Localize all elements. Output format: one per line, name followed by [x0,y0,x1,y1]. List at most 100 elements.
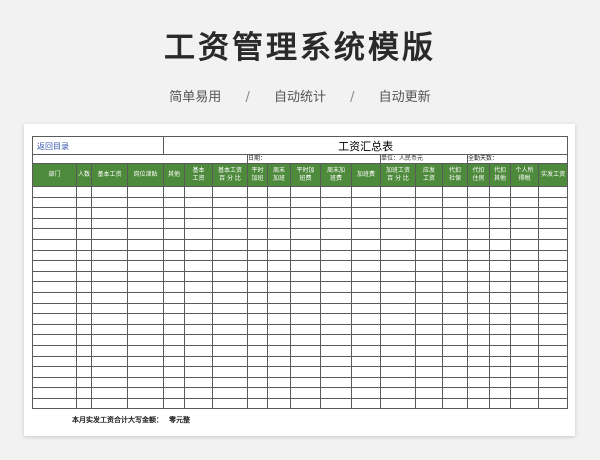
table-cell[interactable] [267,397,291,410]
table-cell[interactable] [76,228,92,240]
table-cell[interactable] [290,344,321,357]
table-cell[interactable] [467,217,490,230]
table-cell[interactable] [184,397,213,410]
table-cell[interactable] [127,238,164,251]
table-cell[interactable] [489,196,511,209]
table-cell[interactable] [267,313,291,325]
table-cell[interactable] [91,344,128,357]
table-cell[interactable] [212,397,248,410]
table-cell[interactable] [442,281,468,293]
table-cell[interactable] [320,334,352,346]
table-cell[interactable] [415,366,443,378]
table-cell[interactable] [163,186,185,198]
table-cell[interactable] [91,291,128,304]
table-cell[interactable] [247,323,268,336]
table-cell[interactable] [163,238,185,251]
table-cell[interactable] [184,334,213,346]
table-cell[interactable] [320,355,352,368]
table-cell[interactable] [442,186,468,198]
table-cell[interactable] [76,355,92,368]
table-cell[interactable] [32,249,77,262]
table-cell[interactable] [91,270,128,283]
table-cell[interactable] [267,196,291,209]
table-cell[interactable] [247,281,268,293]
table-cell[interactable] [537,397,569,410]
table-cell[interactable] [415,228,443,240]
table-cell[interactable] [320,228,352,240]
table-cell[interactable] [442,217,468,230]
table-cell[interactable] [163,344,185,357]
table-cell[interactable] [163,355,185,368]
table-cell[interactable] [467,323,490,336]
table-cell[interactable] [267,207,291,219]
table-cell[interactable] [212,207,248,219]
table-cell[interactable] [537,313,569,325]
table-cell[interactable] [267,334,291,346]
table-cell[interactable] [510,397,539,410]
table-cell[interactable] [380,249,416,262]
table-cell[interactable] [91,387,128,399]
table-cell[interactable] [267,270,291,283]
table-cell[interactable] [212,270,248,283]
table-cell[interactable] [290,334,321,346]
table-cell[interactable] [163,281,185,293]
table-cell[interactable] [76,281,92,293]
table-cell[interactable] [91,323,128,336]
table-cell[interactable] [467,281,490,293]
table-cell[interactable] [510,291,539,304]
table-cell[interactable] [320,207,352,219]
table-cell[interactable] [247,344,268,357]
table-cell[interactable] [212,313,248,325]
table-cell[interactable] [380,281,416,293]
table-cell[interactable] [320,366,352,378]
table-cell[interactable] [415,270,443,283]
table-cell[interactable] [320,323,352,336]
table-cell[interactable] [442,302,468,315]
table-cell[interactable] [442,355,468,368]
table-cell[interactable] [537,376,569,389]
table-cell[interactable] [163,217,185,230]
table-cell[interactable] [91,313,128,325]
table-cell[interactable] [212,355,248,368]
table-cell[interactable] [489,281,511,293]
table-cell[interactable] [489,270,511,283]
table-cell[interactable] [163,249,185,262]
table-cell[interactable] [380,238,416,251]
table-cell[interactable] [91,249,128,262]
table-cell[interactable] [489,355,511,368]
table-cell[interactable] [537,196,569,209]
table-cell[interactable] [320,186,352,198]
table-cell[interactable] [184,238,213,251]
table-cell[interactable] [212,238,248,251]
table-cell[interactable] [415,260,443,272]
table-cell[interactable] [510,207,539,219]
table-cell[interactable] [351,334,381,346]
table-cell[interactable] [415,323,443,336]
table-cell[interactable] [212,186,248,198]
table-cell[interactable] [184,207,213,219]
table-cell[interactable] [247,366,268,378]
table-cell[interactable] [163,270,185,283]
table-cell[interactable] [267,260,291,272]
table-cell[interactable] [351,217,381,230]
table-cell[interactable] [247,387,268,399]
table-cell[interactable] [537,238,569,251]
table-cell[interactable] [76,291,92,304]
table-cell[interactable] [247,186,268,198]
table-cell[interactable] [467,228,490,240]
table-cell[interactable] [127,302,164,315]
table-cell[interactable] [127,207,164,219]
table-cell[interactable] [415,291,443,304]
table-cell[interactable] [290,281,321,293]
table-cell[interactable] [467,344,490,357]
table-cell[interactable] [247,270,268,283]
table-cell[interactable] [32,344,77,357]
table-cell[interactable] [537,186,569,198]
table-cell[interactable] [467,387,490,399]
table-cell[interactable] [184,387,213,399]
table-cell[interactable] [489,207,511,219]
table-cell[interactable] [467,397,490,410]
table-cell[interactable] [351,313,381,325]
table-cell[interactable] [212,217,248,230]
table-cell[interactable] [351,207,381,219]
